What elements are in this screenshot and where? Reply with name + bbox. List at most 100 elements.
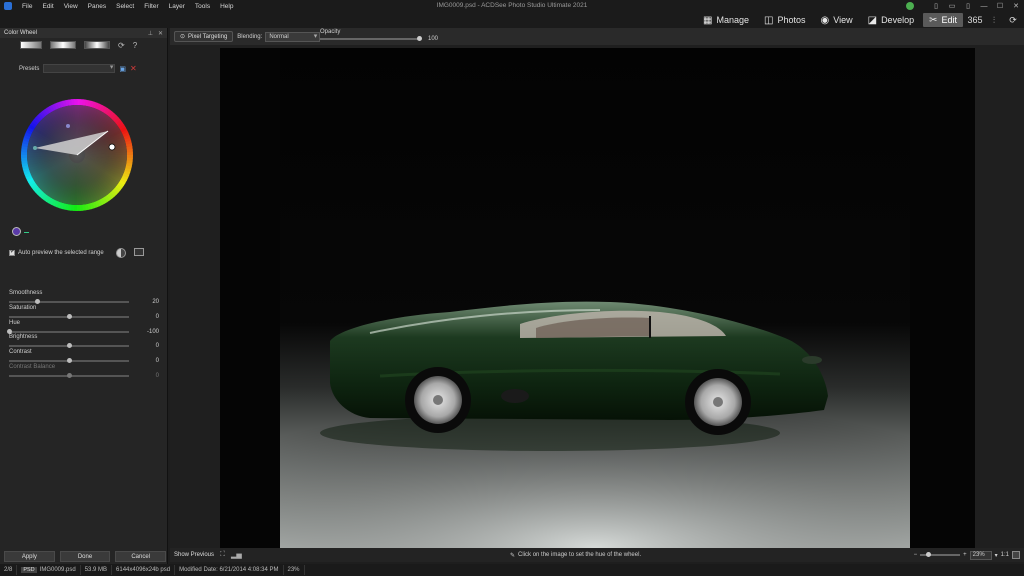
panel-close-icon[interactable]: ✕ [158,30,163,37]
layout-left-icon[interactable]: ▯ [928,0,944,12]
slider-track[interactable] [7,328,129,334]
mode-develop[interactable]: ◪ Develop [862,13,920,27]
show-previous-button[interactable]: Show Previous [174,552,214,558]
presets-select[interactable] [43,63,116,73]
slider-thumb[interactable] [34,298,40,304]
status-zoom: 23% [284,565,305,575]
zoom-dropdown-icon[interactable]: ▾ [995,552,998,559]
fullscreen-icon[interactable]: ⛶ [220,551,225,559]
status-size: 53.9 MB [81,565,113,575]
invert-mode-button[interactable] [84,41,110,49]
slider-track[interactable] [9,313,129,319]
dashboard-icon[interactable]: ⫶ [987,13,1001,27]
slider-value[interactable]: 0 [156,373,159,379]
slider-value[interactable]: 0 [156,314,159,320]
pixel-targeting-button[interactable]: ⊙ Pixel Targeting [174,31,234,42]
develop-icon: ◪ [867,14,878,26]
histogram-icon[interactable]: ▂▅ [231,551,242,559]
slider-saturation: Saturation 0 [9,305,159,320]
apply-button[interactable]: Apply [4,551,55,562]
mode-photos[interactable]: ◫ Photos [758,13,811,27]
pin-icon[interactable]: ⊥ [148,30,153,37]
menu-panes[interactable]: Panes [83,3,111,10]
gradient-mode-button[interactable] [50,41,76,49]
reset-icon[interactable]: ⟳ [118,41,125,50]
zoom-out-icon[interactable]: − [914,552,918,558]
refresh-icon[interactable]: ⟳ [1006,13,1020,27]
auto-preview-checkbox[interactable] [9,248,15,256]
done-button[interactable]: Done [59,551,111,562]
opacity-label: Opacity [320,29,341,35]
status-index: 2/8 [0,565,18,575]
mask-preview-icon[interactable] [134,248,144,256]
blending-select[interactable]: Normal [265,31,321,42]
wheel-mode-button[interactable] [20,41,42,49]
slider-thumb[interactable] [7,328,12,334]
zoom-thumb[interactable] [926,552,932,557]
menu-layer[interactable]: Layer [164,3,190,10]
user-account-icon[interactable] [906,2,914,10]
image-canvas[interactable] [170,45,1024,548]
menu-help[interactable]: Help [215,3,238,10]
eyedropper-indicator [24,232,29,233]
slider-track[interactable] [9,298,129,304]
opacity-slider[interactable] [320,36,422,41]
slider-thumb[interactable] [67,313,72,319]
slider-value[interactable]: 0 [156,358,159,364]
zoom-in-icon[interactable]: + [963,552,967,558]
slider-thumb[interactable] [67,342,72,348]
menu-filter[interactable]: Filter [139,3,163,10]
cancel-button[interactable]: Cancel [115,551,167,562]
maximize-icon[interactable]: ☐ [992,0,1008,12]
menu-bar: File Edit View Panes Select Filter Layer… [0,0,1024,12]
eyedropper-hint-icon: ✎ [510,552,516,559]
opacity-value[interactable]: 100 [428,36,438,42]
mode-edit[interactable]: ✂ Edit [923,13,963,27]
grid-icon: ▦ [703,14,713,26]
menu-file[interactable]: File [17,3,37,10]
auto-preview-row[interactable]: Auto preview the selected range [9,248,104,256]
file-format-badge: PSD [21,567,37,573]
edit-toolbar: ⊙ Pixel Targeting Blending: Normal Opaci… [170,28,1024,45]
opacity-thumb[interactable] [417,36,422,41]
fit-icon[interactable] [1012,551,1020,559]
menu-tools[interactable]: Tools [190,3,215,10]
mode-view[interactable]: ◉ View [815,13,859,27]
color-wheel[interactable] [18,96,136,214]
menu-select[interactable]: Select [111,3,139,10]
slider-track[interactable] [9,372,129,378]
zoom-slider[interactable] [920,552,961,557]
slider-label: Saturation [9,305,37,311]
minimize-icon[interactable]: — [976,0,992,12]
slider-track[interactable] [9,357,129,363]
range-handle-mid [66,124,70,128]
close-icon[interactable]: ✕ [1008,0,1024,12]
range-handle-left [33,146,37,150]
slider-track[interactable] [9,342,129,348]
acdsee-365-icon[interactable]: 365 [967,13,982,27]
help-icon[interactable]: ? [133,41,137,50]
mode-manage[interactable]: ▦ Manage [697,13,755,27]
slider-label: Hue [9,320,21,326]
eyedropper-icon[interactable] [12,227,21,236]
car-photo[interactable] [220,48,975,548]
slider-thumb[interactable] [67,372,72,378]
layout-bottom-icon[interactable]: ▭ [944,0,960,12]
delete-preset-icon[interactable]: ✕ [130,64,137,73]
slider-value[interactable]: 0 [156,343,159,349]
slider-thumb[interactable] [67,357,72,363]
contrast-toggle-icon[interactable] [116,248,126,258]
zoom-value[interactable]: 23% [969,550,992,560]
wheel-tool-row: ⟳ ? [0,38,167,52]
mode-bar: ▦ Manage ◫ Photos ◉ View ◪ Develop ✂ Edit 365… [0,12,1024,28]
slider-contrast-balance: Contrast Balance 0 [9,364,159,379]
image-footer: Show Previous ⛶ ▂▅ ✎ Click on the image … [170,548,1024,562]
slider-label: Brightness [9,334,38,340]
slider-value[interactable]: 20 [152,299,159,305]
status-file: PSD IMG0009.psd [17,565,81,575]
menu-edit[interactable]: Edit [37,3,58,10]
layout-right-icon[interactable]: ▯ [960,0,976,12]
ratio-button[interactable]: 1:1 [1001,552,1009,558]
menu-view[interactable]: View [59,3,83,10]
save-preset-icon[interactable]: ▣ [119,65,126,73]
